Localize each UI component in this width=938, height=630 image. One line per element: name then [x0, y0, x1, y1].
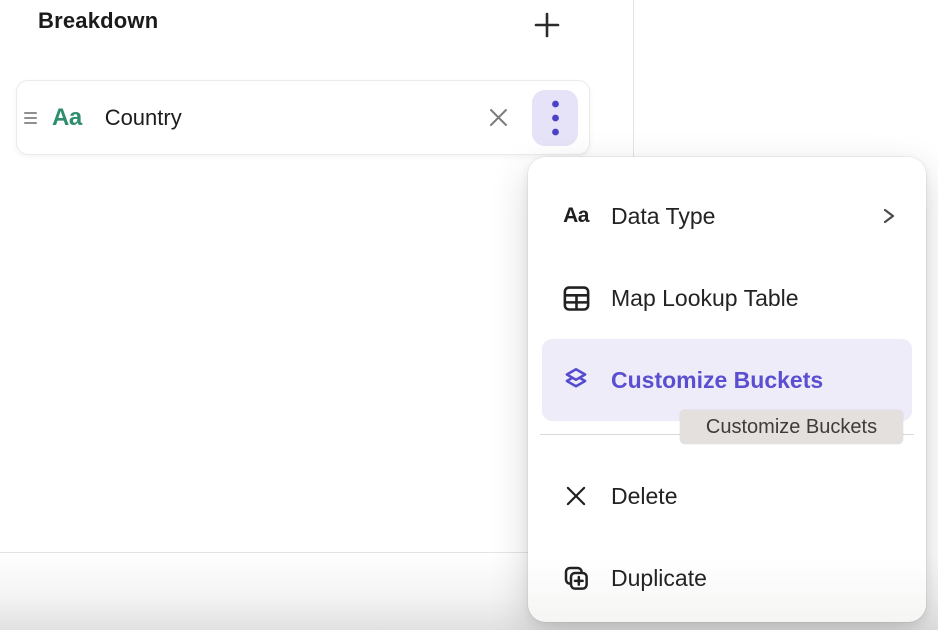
remove-field-button[interactable]	[483, 102, 514, 133]
menu-item-customize-buckets[interactable]: Customize Buckets	[542, 339, 912, 421]
add-breakdown-button[interactable]	[530, 8, 564, 42]
text-format-icon: Aa	[558, 204, 594, 228]
customize-buckets-tooltip: Customize Buckets	[680, 410, 903, 444]
breakdown-field-card: Aa Country	[16, 80, 590, 155]
menu-item-label: Duplicate	[611, 565, 707, 592]
breakdown-panel: Breakdown Aa Country	[0, 0, 938, 630]
field-options-button[interactable]	[532, 90, 578, 146]
text-type-icon: Aa	[52, 104, 82, 132]
x-icon	[558, 483, 594, 509]
x-icon	[485, 104, 512, 131]
menu-item-label: Customize Buckets	[611, 367, 823, 394]
field-name: Country	[105, 105, 182, 131]
plus-icon	[532, 10, 562, 40]
menu-item-duplicate[interactable]: Duplicate	[542, 537, 912, 619]
layers-icon	[558, 365, 594, 395]
table-icon	[558, 283, 594, 314]
menu-item-label: Delete	[611, 483, 677, 510]
page-title: Breakdown	[38, 8, 158, 34]
menu-item-map-lookup-table[interactable]: Map Lookup Table	[542, 257, 912, 339]
menu-item-delete[interactable]: Delete	[542, 455, 912, 537]
menu-item-data-type[interactable]: Aa Data Type	[542, 175, 912, 257]
menu-item-label: Map Lookup Table	[611, 285, 799, 312]
vertical-dots-icon	[551, 99, 560, 137]
chevron-right-icon	[882, 204, 896, 228]
copy-plus-icon	[558, 563, 594, 593]
drag-handle-icon[interactable]	[22, 106, 39, 130]
menu-item-label: Data Type	[611, 203, 715, 230]
field-options-menu: Aa Data Type Map Lookup Table	[528, 157, 926, 622]
